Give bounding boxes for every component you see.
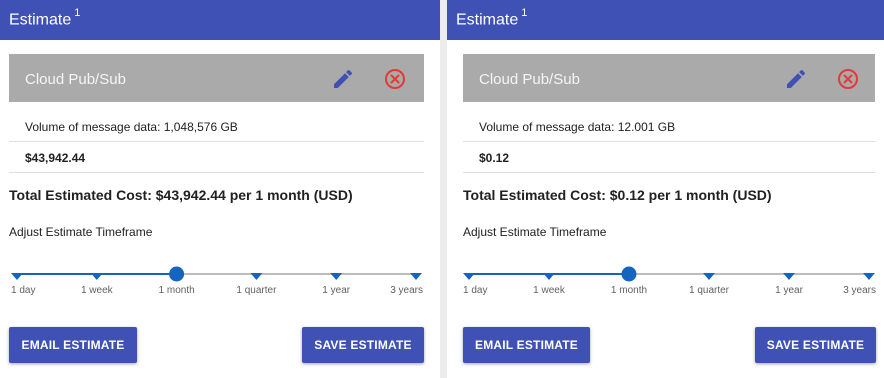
estimate-title-text: Estimate <box>456 11 519 29</box>
circle-x-icon[interactable] <box>383 67 407 91</box>
slider-tick-label[interactable]: 1 quarter <box>689 285 729 296</box>
circle-x-icon[interactable] <box>836 67 860 91</box>
slider-tick-marker[interactable] <box>250 273 263 280</box>
estimate-count: 1 <box>74 7 81 19</box>
divider <box>9 141 424 142</box>
estimate-panel-1: Estimate 1 Cloud Pub/Sub Volume of messag… <box>0 0 440 378</box>
slider-tick-marker[interactable] <box>863 273 875 280</box>
slider-tick-label[interactable]: 1 month <box>611 285 647 296</box>
slider-tick-marker[interactable] <box>463 273 475 280</box>
slider-tick-label[interactable]: 1 week <box>81 285 113 296</box>
divider <box>463 172 875 173</box>
item-detail: Volume of message data: 12.001 GB <box>479 120 676 134</box>
estimate-title: Estimate 1 <box>456 7 528 29</box>
timeframe-slider[interactable]: 1 day 1 week 1 month 1 quarter 1 year 3 years <box>447 262 884 302</box>
slider-tick-marker[interactable] <box>90 273 103 280</box>
panel-divider <box>440 0 447 378</box>
total-cost: Total Estimated Cost: $0.12 per 1 month … <box>463 187 772 203</box>
email-estimate-button[interactable]: EMAIL ESTIMATE <box>9 327 137 363</box>
item-price: $0.12 <box>479 151 510 165</box>
slider-track <box>11 266 422 282</box>
slider-tick-marker[interactable] <box>543 273 555 280</box>
item-detail: Volume of message data: 1,048,576 GB <box>25 120 238 134</box>
item-bar: Cloud Pub/Sub <box>463 54 875 102</box>
pencil-icon[interactable] <box>784 67 808 91</box>
item-bar: Cloud Pub/Sub <box>9 54 424 102</box>
total-cost: Total Estimated Cost: $43,942.44 per 1 m… <box>9 187 353 203</box>
slider-tick-label[interactable]: 1 year <box>775 285 803 296</box>
slider-tick-label[interactable]: 3 years <box>390 285 423 296</box>
slider-tick-marker[interactable] <box>703 273 715 280</box>
slider-tick-label[interactable]: 3 years <box>843 285 876 296</box>
timeframe-slider[interactable]: 1 day 1 week 1 month 1 quarter 1 year 3 years <box>0 262 440 302</box>
estimate-title-text: Estimate <box>9 11 72 29</box>
slider-tick-marker[interactable] <box>410 273 422 280</box>
slider-tick-marker[interactable] <box>330 273 343 280</box>
slider-thumb[interactable] <box>169 266 185 282</box>
item-name: Cloud Pub/Sub <box>25 71 126 88</box>
pencil-icon[interactable] <box>331 67 355 91</box>
item-name: Cloud Pub/Sub <box>479 71 580 88</box>
divider <box>463 141 875 142</box>
slider-tick-label[interactable]: 1 week <box>533 285 565 296</box>
slider-tick-marker[interactable] <box>11 273 23 280</box>
slider-tick-label[interactable]: 1 day <box>463 285 487 296</box>
item-price: $43,942.44 <box>25 151 86 165</box>
estimate-panel-2: Estimate 1 Cloud Pub/Sub Volume of messag… <box>447 0 884 378</box>
estimate-header: Estimate 1 <box>447 0 884 40</box>
slider-tick-marker[interactable] <box>783 273 795 280</box>
divider <box>9 172 424 173</box>
estimate-header: Estimate 1 <box>0 0 440 40</box>
slider-tick-label[interactable]: 1 day <box>11 285 35 296</box>
slider-tick-label[interactable]: 1 year <box>322 285 350 296</box>
email-estimate-button[interactable]: EMAIL ESTIMATE <box>463 327 590 363</box>
adjust-timeframe-label: Adjust Estimate Timeframe <box>9 225 153 239</box>
save-estimate-button[interactable]: SAVE ESTIMATE <box>755 327 876 363</box>
slider-track <box>463 266 875 282</box>
save-estimate-button[interactable]: SAVE ESTIMATE <box>302 327 424 363</box>
estimate-title: Estimate 1 <box>9 7 81 29</box>
slider-tick-label[interactable]: 1 quarter <box>236 285 276 296</box>
slider-thumb[interactable] <box>621 266 637 282</box>
estimate-count: 1 <box>521 7 528 19</box>
slider-tick-label[interactable]: 1 month <box>159 285 195 296</box>
adjust-timeframe-label: Adjust Estimate Timeframe <box>463 225 607 239</box>
